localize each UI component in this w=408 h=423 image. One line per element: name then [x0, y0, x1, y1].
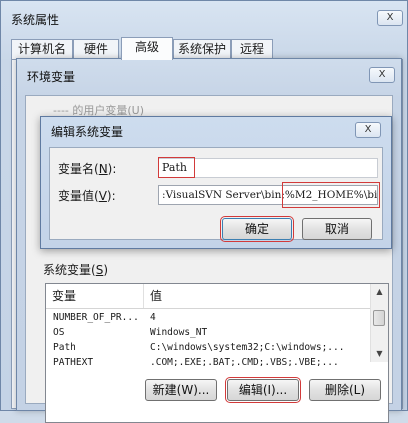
row-variable: NUMBER_OF_PR... [53, 312, 139, 323]
row-variable: OS [53, 327, 65, 338]
row-value: C:\windows\system32;C:\windows;... [150, 342, 345, 353]
edit-system-variable-dialog: 编辑系统变量 X 变量名(N): Path 变量值(V): :VisualSVN… [40, 116, 392, 249]
row-variable: PATHEXT [53, 357, 94, 366]
column-header-variable[interactable]: 变量 [46, 284, 144, 308]
delete-button[interactable]: 删除(L) [309, 379, 381, 401]
row-variable: Path [53, 342, 76, 353]
scroll-thumb[interactable] [373, 310, 385, 326]
tab-hardware[interactable]: 硬件 [73, 39, 119, 59]
edit-button[interactable]: 编辑(I)... [225, 377, 301, 403]
new-button[interactable]: 新建(W)... [145, 379, 217, 401]
list-header: 变量 值 [46, 284, 372, 309]
table-row[interactable]: NUMBER_OF_PR... 4 [46, 311, 372, 325]
edit-dialog-body: 变量名(N): Path 变量值(V): :VisualSVN Server\b… [49, 147, 383, 242]
window-title: 系统属性 [11, 13, 60, 27]
ok-button[interactable]: 确定 [220, 216, 294, 242]
row-value: 4 [150, 312, 156, 323]
env-close-button[interactable]: X [369, 67, 395, 83]
vertical-scrollbar[interactable]: ▲ ▼ [370, 284, 388, 362]
table-row[interactable]: Path C:\windows\system32;C:\windows;... [46, 341, 372, 355]
close-button[interactable]: X [377, 10, 403, 26]
edit-close-button[interactable]: X [355, 122, 381, 138]
scroll-down-icon[interactable]: ▼ [371, 346, 388, 362]
system-variables-label: 系统变量(S) [43, 263, 108, 277]
system-variables-list[interactable]: 变量 值 NUMBER_OF_PR... 4 OS Windows_NT Pat… [45, 283, 389, 423]
tab-remote[interactable]: 远程 [231, 39, 273, 59]
table-row[interactable]: PATHEXT .COM;.EXE;.BAT;.CMD;.VBS;.VBE;..… [46, 356, 372, 366]
env-window-title: 环境变量 [27, 70, 76, 84]
tab-system-protection[interactable]: 系统保护 [173, 39, 231, 59]
value-highlight [282, 182, 380, 208]
cancel-button[interactable]: 取消 [302, 218, 372, 240]
tab-computer-name[interactable]: 计算机名 [11, 39, 73, 59]
table-row[interactable]: OS Windows_NT [46, 326, 372, 340]
edit-dialog-title: 编辑系统变量 [51, 125, 124, 139]
column-header-value[interactable]: 值 [144, 284, 372, 308]
row-value: .COM;.EXE;.BAT;.CMD;.VBS;.VBE;... [150, 357, 339, 366]
name-highlight [158, 157, 195, 178]
scroll-up-icon[interactable]: ▲ [371, 284, 388, 300]
variable-name-label: 变量名(N): [58, 162, 117, 176]
row-value: Windows_NT [150, 327, 208, 338]
tab-advanced[interactable]: 高级 [121, 37, 173, 60]
variable-value-label: 变量值(V): [58, 189, 116, 203]
